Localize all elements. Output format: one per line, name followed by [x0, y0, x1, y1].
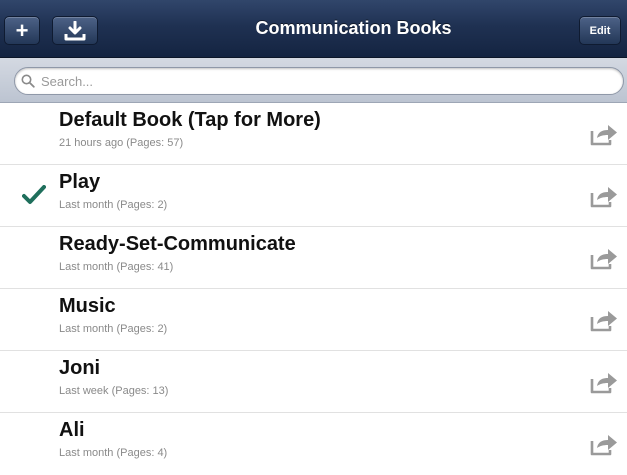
share-icon[interactable] — [589, 307, 619, 333]
search-bar — [0, 58, 627, 103]
book-title: Ali — [59, 419, 85, 441]
checkmark-icon — [22, 185, 46, 204]
download-button[interactable] — [52, 16, 98, 45]
book-meta: Last month (Pages: 41) — [59, 261, 174, 273]
edit-button[interactable]: Edit — [579, 16, 621, 45]
search-icon — [21, 74, 35, 88]
share-icon[interactable] — [589, 369, 619, 395]
book-row-music[interactable]: Music Last month (Pages: 2) — [0, 289, 627, 351]
book-row-ali[interactable]: Ali Last month (Pages: 4) — [0, 413, 627, 475]
book-title: Music — [59, 295, 116, 317]
book-title: Default Book (Tap for More) — [59, 109, 321, 131]
book-list: Default Book (Tap for More) 21 hours ago… — [0, 103, 627, 475]
book-row-default[interactable]: Default Book (Tap for More) 21 hours ago… — [0, 103, 627, 165]
add-book-button[interactable]: + — [4, 16, 40, 45]
book-meta: Last month (Pages: 4) — [59, 447, 168, 459]
share-icon[interactable] — [589, 431, 619, 457]
download-icon — [64, 20, 86, 40]
search-input[interactable] — [39, 72, 623, 90]
plus-icon: + — [15, 17, 29, 43]
navigation-bar: + Communication Books Edit — [0, 0, 627, 58]
edit-button-label: Edit — [589, 24, 611, 37]
book-title: Joni — [59, 357, 101, 379]
share-icon[interactable] — [589, 245, 619, 271]
share-icon[interactable] — [589, 121, 619, 147]
book-row-ready-set-communicate[interactable]: Ready-Set-Communicate Last month (Pages:… — [0, 227, 627, 289]
share-icon[interactable] — [589, 183, 619, 209]
page-title-text: Communication Books — [255, 18, 452, 38]
book-row-joni[interactable]: Joni Last week (Pages: 13) — [0, 351, 627, 413]
book-title: Play — [59, 171, 101, 193]
book-meta: 21 hours ago (Pages: 57) — [59, 137, 184, 149]
book-meta: Last month (Pages: 2) — [59, 199, 168, 211]
book-meta: Last week (Pages: 13) — [59, 385, 169, 397]
book-meta: Last month (Pages: 2) — [59, 323, 168, 335]
search-field[interactable] — [14, 67, 624, 95]
book-title: Ready-Set-Communicate — [59, 233, 296, 255]
book-row-play[interactable]: Play Last month (Pages: 2) — [0, 165, 627, 227]
